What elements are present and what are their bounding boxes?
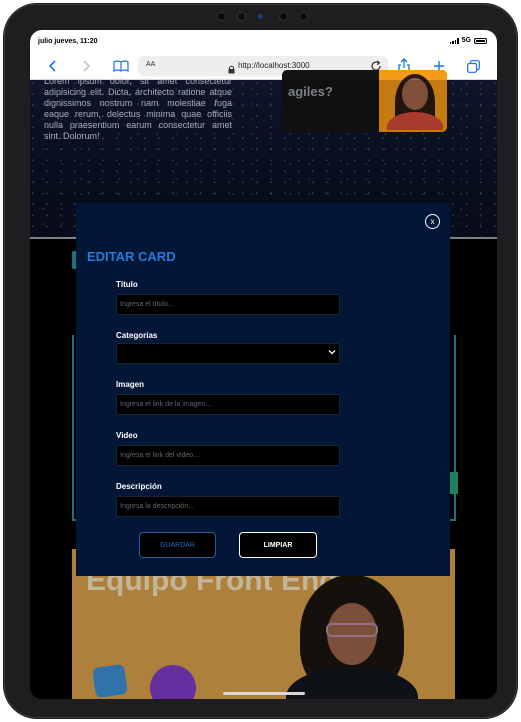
imagen-label: Imagen (116, 380, 145, 389)
video-label: Video (116, 431, 138, 440)
sensor-icon (279, 12, 288, 21)
edit-card-modal: x EDITAR CARD Título Ingresa el título..… (76, 203, 450, 576)
modal-title: EDITAR CARD (87, 249, 176, 264)
categorias-label: Categorías (116, 331, 158, 340)
home-indicator[interactable] (223, 692, 305, 695)
chevron-down-icon (328, 348, 336, 358)
tabs-icon[interactable] (464, 57, 482, 75)
status-time: julio jueves, 11:20 (38, 38, 98, 45)
signal-icon (449, 37, 459, 44)
forward-icon[interactable] (77, 57, 95, 75)
camera-lens-icon (258, 14, 263, 19)
sensor-icon (217, 12, 226, 21)
status-indicators: 5G (449, 37, 487, 44)
text-size-button[interactable]: AA (146, 61, 155, 68)
battery-icon (474, 37, 487, 44)
screen: julio jueves, 11:20 5G AA http://localho… (30, 30, 497, 699)
network-label: 5G (461, 37, 471, 44)
titulo-input[interactable]: Ingresa el título... (116, 294, 340, 315)
tablet-frame: julio jueves, 11:20 5G AA http://localho… (3, 3, 518, 719)
close-icon[interactable]: x (425, 214, 440, 229)
save-button[interactable]: GUARDAR (139, 532, 216, 558)
bookmarks-icon[interactable] (112, 57, 130, 75)
camera-icon (237, 12, 246, 21)
titulo-label: Título (116, 280, 138, 289)
sensor-icon (299, 12, 308, 21)
descripcion-label: Descripción (116, 482, 162, 491)
categorias-select[interactable] (116, 343, 340, 364)
clear-button[interactable]: LIMPIAR (239, 532, 317, 558)
descripcion-input[interactable]: Ingresa la descripción... (116, 496, 340, 517)
status-bar: julio jueves, 11:20 5G (30, 30, 497, 52)
url-text: http://localhost:3000 (238, 61, 310, 70)
video-input[interactable]: Ingresa el link del video... (116, 445, 340, 466)
web-page: Lorem ipsum dolor, sit amet consectetur … (30, 70, 497, 699)
imagen-input[interactable]: Ingresa el link de la imagen... (116, 394, 340, 415)
back-icon[interactable] (44, 57, 62, 75)
